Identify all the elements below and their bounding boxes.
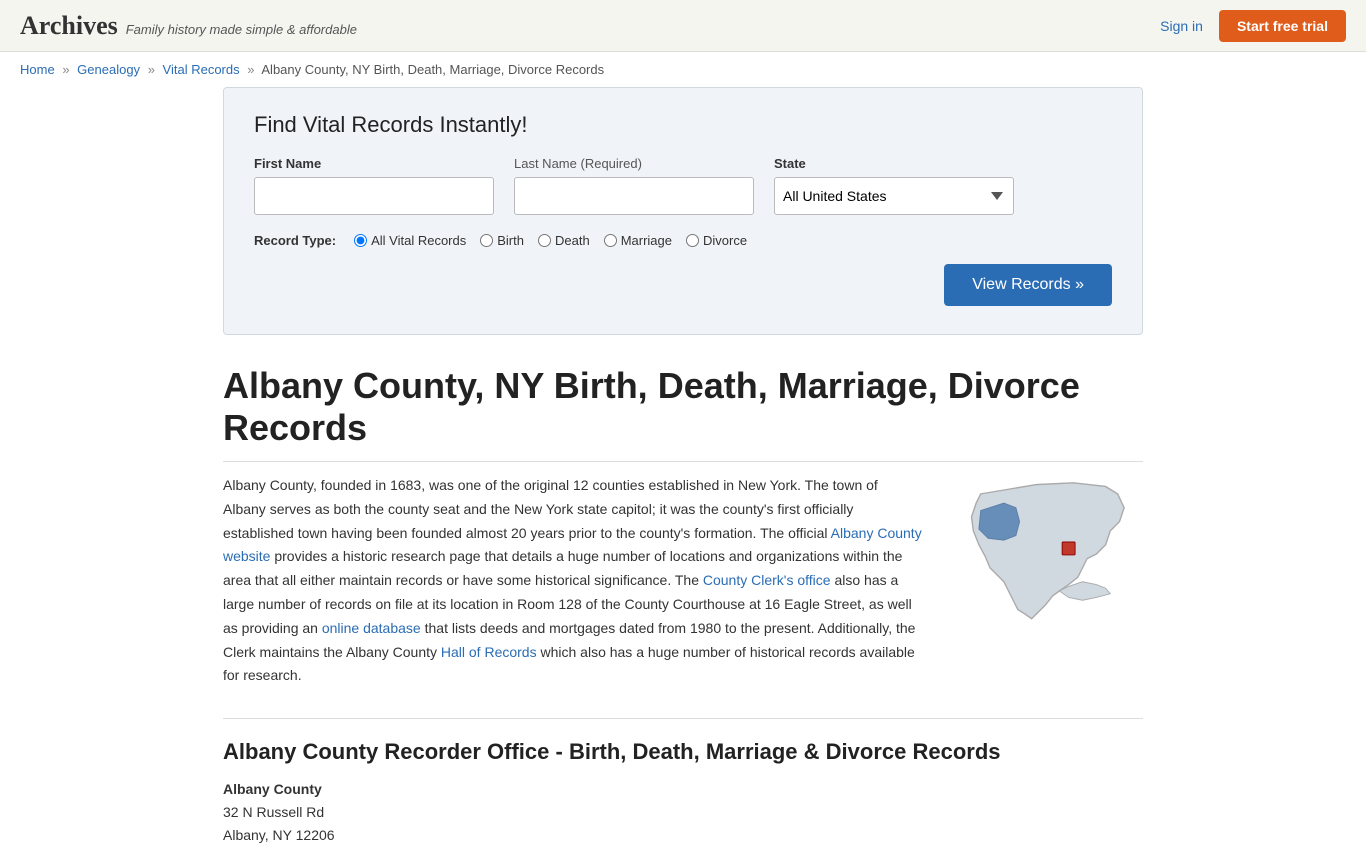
- radio-birth[interactable]: Birth: [480, 233, 524, 248]
- record-type-row: Record Type: All Vital Records Birth Dea…: [254, 233, 1112, 248]
- hall-of-records-link[interactable]: Hall of Records: [441, 644, 537, 660]
- breadcrumb-sep-2: »: [148, 62, 155, 77]
- radio-death-label: Death: [555, 233, 590, 248]
- last-name-input[interactable]: [514, 177, 754, 215]
- state-group: State All United States: [774, 156, 1014, 215]
- breadcrumb-sep-1: »: [62, 62, 69, 77]
- address-line2: Albany, NY 12206: [223, 824, 1143, 846]
- state-label: State: [774, 156, 1014, 171]
- radio-marriage-input[interactable]: [604, 234, 617, 247]
- record-type-label: Record Type:: [254, 233, 336, 248]
- header: Archives Family history made simple & af…: [0, 0, 1366, 52]
- first-name-group: First Name: [254, 156, 494, 215]
- desc-p1: Albany County, founded in 1683, was one …: [223, 477, 878, 541]
- ny-state-map: [953, 474, 1138, 634]
- recorder-section: Albany County Recorder Office - Birth, D…: [223, 718, 1143, 846]
- radio-marriage[interactable]: Marriage: [604, 233, 672, 248]
- radio-all-vital-input[interactable]: [354, 234, 367, 247]
- search-actions: View Records »: [254, 264, 1112, 306]
- state-select[interactable]: All United States: [774, 177, 1014, 215]
- first-name-input[interactable]: [254, 177, 494, 215]
- breadcrumb-vital-records[interactable]: Vital Records: [163, 62, 240, 77]
- radio-all-vital[interactable]: All Vital Records: [354, 233, 466, 248]
- radio-birth-input[interactable]: [480, 234, 493, 247]
- search-fields: First Name Last Name (Required) State Al…: [254, 156, 1112, 215]
- start-trial-button[interactable]: Start free trial: [1219, 10, 1346, 42]
- radio-marriage-label: Marriage: [621, 233, 672, 248]
- main-content: Find Vital Records Instantly! First Name…: [203, 87, 1163, 846]
- header-left: Archives Family history made simple & af…: [20, 11, 357, 41]
- office-address: 32 N Russell Rd Albany, NY 12206: [223, 801, 1143, 846]
- archives-logo: Archives: [20, 11, 118, 41]
- search-title: Find Vital Records Instantly!: [254, 112, 1112, 138]
- radio-birth-label: Birth: [497, 233, 524, 248]
- radio-divorce-label: Divorce: [703, 233, 747, 248]
- content-text: Albany County, founded in 1683, was one …: [223, 474, 923, 688]
- search-box: Find Vital Records Instantly! First Name…: [223, 87, 1143, 335]
- first-name-label: First Name: [254, 156, 494, 171]
- map-container: [953, 474, 1143, 688]
- breadcrumb-sep-3: »: [247, 62, 254, 77]
- breadcrumb-home[interactable]: Home: [20, 62, 55, 77]
- breadcrumb: Home » Genealogy » Vital Records » Alban…: [0, 52, 1366, 87]
- sign-in-link[interactable]: Sign in: [1160, 18, 1203, 34]
- description-paragraph: Albany County, founded in 1683, was one …: [223, 474, 923, 688]
- radio-divorce-input[interactable]: [686, 234, 699, 247]
- header-right: Sign in Start free trial: [1160, 10, 1346, 42]
- breadcrumb-current: Albany County, NY Birth, Death, Marriage…: [261, 62, 604, 77]
- page-title: Albany County, NY Birth, Death, Marriage…: [223, 365, 1143, 462]
- radio-death-input[interactable]: [538, 234, 551, 247]
- last-name-group: Last Name (Required): [514, 156, 754, 215]
- content-area: Albany County, founded in 1683, was one …: [223, 474, 1143, 688]
- recorder-title: Albany County Recorder Office - Birth, D…: [223, 739, 1143, 765]
- archives-tagline: Family history made simple & affordable: [126, 22, 357, 37]
- radio-death[interactable]: Death: [538, 233, 590, 248]
- online-db-link[interactable]: online database: [322, 620, 421, 636]
- county-clerk-link[interactable]: County Clerk's office: [703, 572, 831, 588]
- radio-divorce[interactable]: Divorce: [686, 233, 747, 248]
- breadcrumb-genealogy[interactable]: Genealogy: [77, 62, 140, 77]
- radio-all-vital-label: All Vital Records: [371, 233, 466, 248]
- view-records-button[interactable]: View Records »: [944, 264, 1112, 306]
- last-name-label: Last Name (Required): [514, 156, 754, 171]
- address-line1: 32 N Russell Rd: [223, 801, 1143, 823]
- office-name: Albany County: [223, 781, 1143, 797]
